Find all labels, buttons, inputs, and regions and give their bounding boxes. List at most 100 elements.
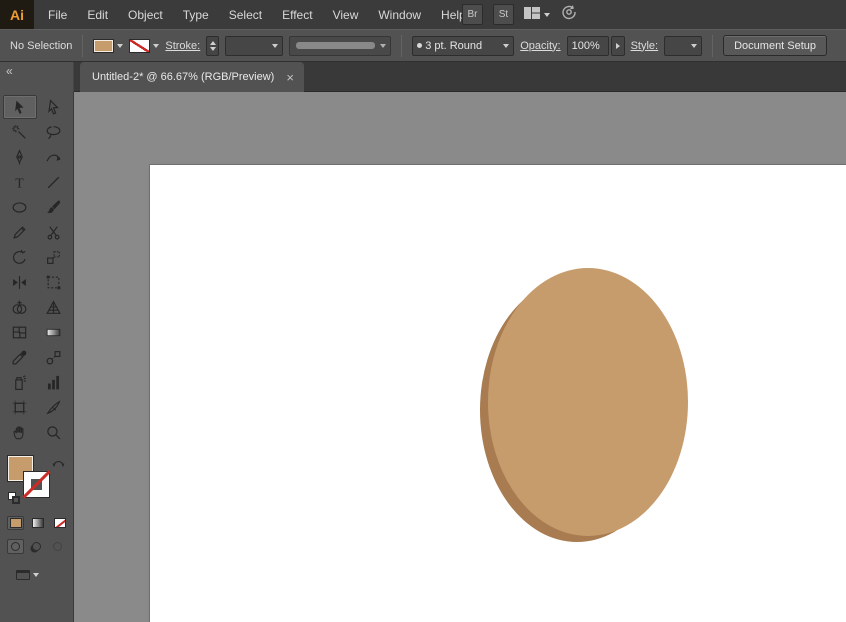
mesh-tool[interactable] — [3, 320, 37, 344]
gradient-tool[interactable] — [37, 320, 71, 344]
stroke-color-dropdown[interactable] — [129, 39, 159, 53]
draw-inside-icon — [53, 542, 62, 551]
brush-definition-combo[interactable]: 3 pt. Round — [412, 36, 514, 56]
hand-tool[interactable] — [3, 420, 37, 444]
style-label[interactable]: Style: — [631, 40, 659, 52]
draw-behind-icon — [32, 542, 41, 551]
none-mode-button[interactable] — [51, 516, 68, 530]
direct-selection-tool[interactable] — [37, 95, 71, 119]
chevron-down-icon — [117, 44, 123, 48]
close-tab-icon[interactable]: × — [286, 71, 294, 84]
illustrator-window: Ai FileEditObjectTypeSelectEffectViewWin… — [0, 0, 846, 622]
magic-wand-tool[interactable] — [3, 120, 37, 144]
menu-select[interactable]: Select — [219, 8, 272, 22]
document-tab[interactable]: Untitled-2* @ 66.67% (RGB/Preview) × — [80, 62, 304, 92]
artboard[interactable] — [150, 165, 846, 622]
pencil-tool[interactable] — [3, 220, 37, 244]
chevron-down-icon — [272, 44, 278, 48]
free-transform-tool[interactable] — [37, 270, 71, 294]
tools-panel: T — [0, 92, 74, 622]
scissors-tool[interactable] — [37, 220, 71, 244]
draw-inside-button[interactable] — [49, 539, 66, 554]
stock-button[interactable]: St — [493, 4, 514, 25]
egg-front-shape[interactable] — [488, 268, 688, 536]
svg-text:T: T — [15, 175, 24, 190]
draw-behind-button[interactable] — [28, 539, 45, 554]
collapse-toolbar-button[interactable]: « — [6, 64, 12, 78]
tab-bar: « Untitled-2* @ 66.67% (RGB/Preview) × — [0, 62, 846, 92]
menu-view[interactable]: View — [323, 8, 369, 22]
stepper-up-icon — [210, 41, 216, 45]
menu-effect[interactable]: Effect — [272, 8, 322, 22]
menu-edit[interactable]: Edit — [77, 8, 118, 22]
zoom-tool[interactable] — [37, 420, 71, 444]
egg-artwork[interactable] — [150, 165, 846, 622]
brush-definition-value: 3 pt. Round — [425, 40, 500, 52]
artboard-tool[interactable] — [3, 395, 37, 419]
blend-tool[interactable] — [37, 345, 71, 369]
style-combo[interactable] — [664, 36, 702, 56]
perspective-grid-tool[interactable] — [37, 295, 71, 319]
chevron-down-icon — [691, 44, 697, 48]
chevron-down-icon — [33, 573, 39, 577]
slice-tool[interactable] — [37, 395, 71, 419]
pen-tool[interactable] — [3, 145, 37, 169]
paintbrush-tool[interactable] — [37, 195, 71, 219]
screen-mode-icon — [16, 570, 30, 580]
width-profile-combo[interactable] — [289, 36, 391, 56]
none-icon — [54, 518, 66, 528]
stroke-weight-combo[interactable] — [225, 36, 283, 56]
menu-window[interactable]: Window — [368, 8, 431, 22]
tools-panel-header: « — [0, 62, 74, 92]
stroke-label[interactable]: Stroke: — [165, 40, 200, 52]
swap-fill-stroke-icon[interactable] — [52, 455, 65, 473]
scale-tool[interactable] — [37, 245, 71, 269]
opacity-label[interactable]: Opacity: — [520, 40, 560, 52]
ellipse-tool[interactable] — [3, 195, 37, 219]
eyedropper-tool[interactable] — [3, 345, 37, 369]
menu-type[interactable]: Type — [173, 8, 219, 22]
bridge-button[interactable]: Br — [462, 4, 483, 25]
fill-color-dropdown[interactable] — [93, 39, 123, 53]
curvature-tool[interactable] — [37, 145, 71, 169]
draw-normal-button[interactable] — [7, 539, 24, 554]
color-mode-button[interactable] — [7, 516, 24, 530]
shape-builder-tool[interactable] — [3, 295, 37, 319]
canvas-area[interactable] — [74, 92, 846, 622]
sync-settings-icon[interactable] — [560, 4, 578, 25]
menu-file[interactable]: File — [38, 8, 77, 22]
chevron-down-icon — [380, 44, 386, 48]
change-screen-mode-button[interactable] — [16, 566, 50, 584]
menu-bar-right: Br St — [462, 0, 578, 29]
gradient-mode-button[interactable] — [29, 516, 46, 530]
stroke-swatch-large[interactable] — [23, 471, 50, 498]
color-icon — [10, 518, 22, 528]
opacity-dropdown-button[interactable] — [611, 36, 625, 56]
document-setup-button[interactable]: Document Setup — [723, 35, 827, 56]
line-segment-tool[interactable] — [37, 170, 71, 194]
rotate-tool[interactable] — [3, 245, 37, 269]
selection-status: No Selection — [10, 40, 72, 52]
opacity-value: 100% — [572, 40, 604, 52]
chevron-down-icon — [544, 13, 550, 17]
symbol-sprayer-tool[interactable] — [3, 370, 37, 394]
opacity-input[interactable]: 100% — [567, 36, 609, 56]
width-profile-preview — [296, 42, 375, 49]
chevron-right-icon — [616, 43, 620, 49]
stepper-down-icon — [210, 47, 216, 51]
draw-normal-icon — [11, 542, 20, 551]
fill-swatch-control — [93, 39, 114, 53]
workspace-switcher[interactable] — [524, 6, 550, 24]
lasso-tool[interactable] — [37, 120, 71, 144]
menu-object[interactable]: Object — [118, 8, 173, 22]
column-graph-tool[interactable] — [37, 370, 71, 394]
fill-stroke-indicator — [6, 454, 69, 504]
default-fill-stroke-icon[interactable] — [8, 492, 22, 505]
stroke-swatch-control — [129, 39, 150, 53]
type-tool[interactable]: T — [3, 170, 37, 194]
selection-tool[interactable] — [3, 95, 37, 119]
stroke-weight-stepper[interactable] — [206, 36, 219, 56]
width-tool[interactable] — [3, 270, 37, 294]
gradient-icon — [32, 518, 44, 528]
app-logo: Ai — [0, 0, 34, 29]
